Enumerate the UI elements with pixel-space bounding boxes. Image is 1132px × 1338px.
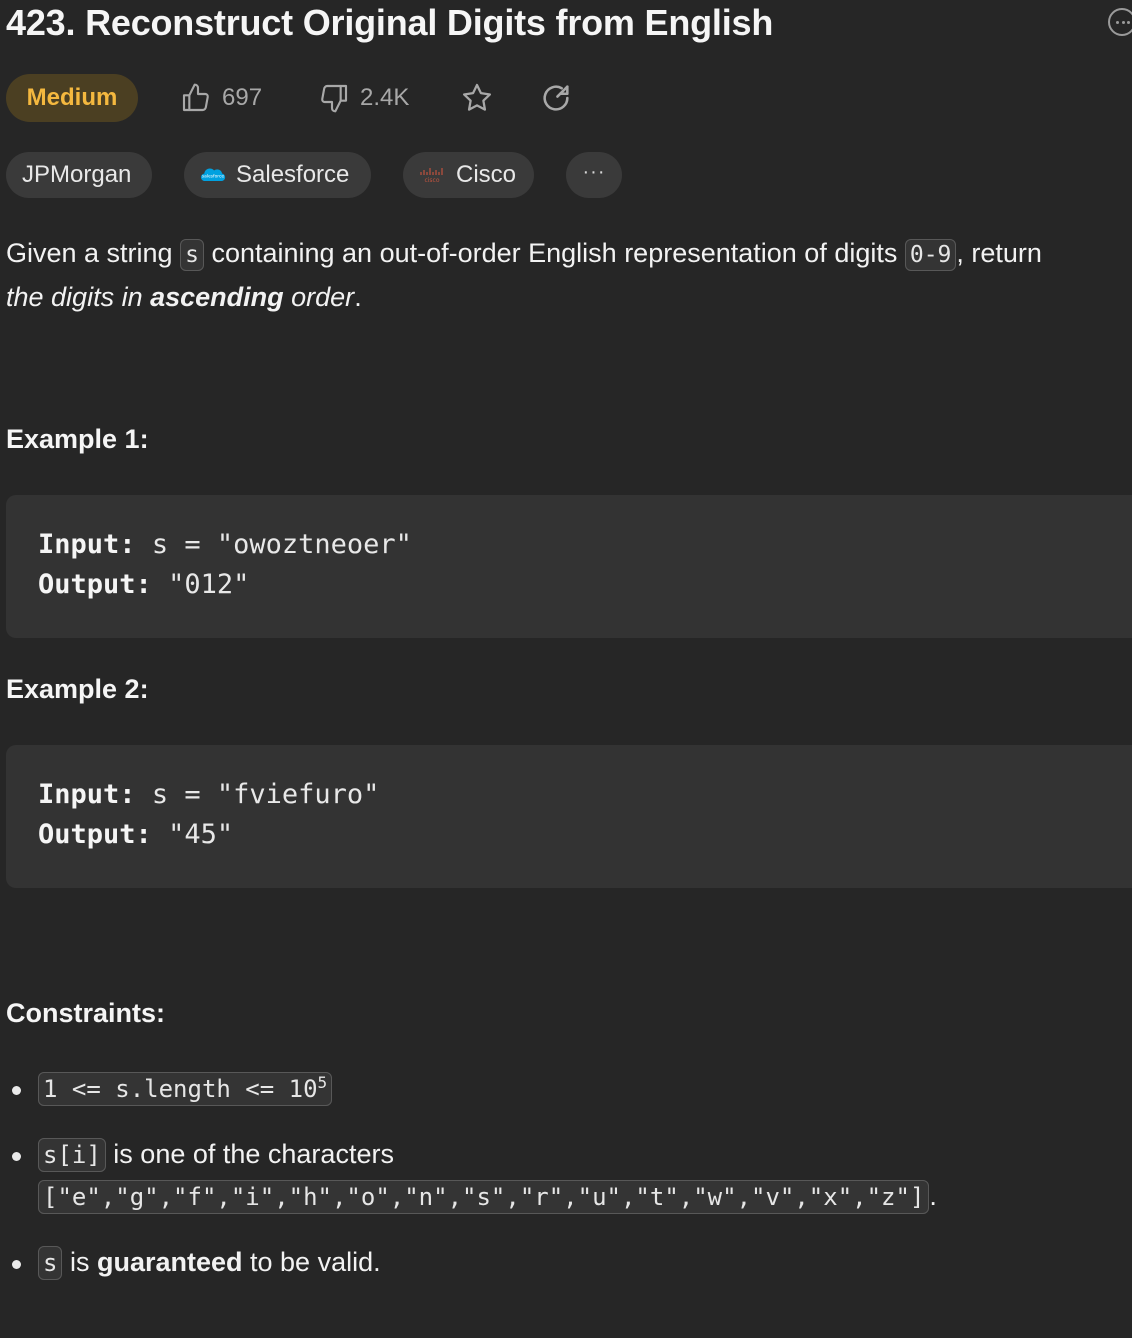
output-label: Output:: [38, 569, 152, 600]
constraint-exponent: 5: [317, 1073, 328, 1092]
inline-code: 0-9: [904, 239, 957, 271]
salesforce-logo-text: salesforce: [202, 174, 225, 180]
company-tag-cisco[interactable]: cisco Cisco: [403, 152, 534, 198]
company-tag-jpmorgan[interactable]: JPMorgan: [6, 152, 152, 198]
example-input: s = "fviefuro": [151, 779, 380, 810]
inline-code: 1 <= s.length <= 105: [38, 1072, 333, 1106]
bullet-icon: [12, 1260, 21, 1269]
desc-text: , return: [956, 238, 1042, 268]
inline-code: s[i]: [38, 1138, 106, 1172]
dislike-button[interactable]: 2.4K: [318, 74, 409, 122]
more-tags-button[interactable]: ···: [566, 152, 622, 198]
cisco-logo-icon: cisco: [420, 168, 443, 184]
constraints-heading: Constraints:: [6, 998, 166, 1028]
share-icon: [543, 85, 569, 111]
example-output: "012": [168, 569, 250, 600]
inline-code: s: [38, 1246, 63, 1280]
constraint-bold: guaranteed: [96, 1247, 243, 1277]
more-tags-icon: ···: [582, 160, 606, 183]
example-block: Input: s = "owoztneoer" Output: "012": [6, 495, 1132, 638]
constraint-text: to be valid.: [242, 1247, 381, 1277]
input-label: Input:: [38, 529, 136, 560]
constraint-period: .: [929, 1181, 937, 1211]
constraint-text: is one of the characters: [105, 1139, 394, 1169]
company-tag-label: Cisco: [456, 161, 517, 188]
difficulty-badge: Medium: [6, 74, 138, 122]
thumbs-down-icon: [321, 84, 348, 113]
example-block: Input: s = "fviefuro" Output: "45": [6, 745, 1132, 888]
company-tag-label: JPMorgan: [22, 161, 132, 188]
desc-text: containing an out-of-order English repre…: [203, 238, 905, 268]
example-input: s = "owoztneoer": [151, 529, 412, 560]
inline-code: s: [180, 239, 204, 271]
dislike-count: 2.4K: [360, 84, 410, 111]
constraint-item-continued: ["e","g","f","i","h","o","n","s","r","u"…: [38, 1180, 937, 1214]
salesforce-logo-icon: salesforce: [201, 168, 226, 181]
desc-bold: ascending: [150, 282, 284, 312]
input-label: Input:: [38, 779, 136, 810]
more-options-icon[interactable]: [1108, 8, 1132, 36]
desc-period: .: [354, 282, 362, 312]
constraint-code: 1 <= s.length <= 10: [43, 1075, 318, 1103]
company-tag-salesforce[interactable]: salesforce Salesforce: [184, 152, 371, 198]
share-button[interactable]: [538, 74, 574, 122]
inline-code: ["e","g","f","i","h","o","n","s","r","u"…: [38, 1180, 930, 1214]
desc-text: order: [283, 282, 355, 312]
thumbs-up-icon: [182, 83, 209, 112]
problem-description: Given a string s containing an out-of-or…: [6, 232, 1132, 318]
constraint-item: s[i] is one of the characters: [38, 1138, 394, 1172]
desc-text: Given a string: [6, 238, 181, 268]
constraint-item: s is guaranteed to be valid.: [38, 1246, 381, 1280]
like-button[interactable]: 697: [180, 74, 262, 122]
star-icon: [462, 83, 492, 111]
example-output: "45": [168, 819, 234, 850]
like-count: 697: [222, 84, 263, 111]
favorite-button[interactable]: [459, 74, 495, 122]
constraint-text: is: [62, 1247, 97, 1277]
example-heading: Example 1:: [6, 424, 149, 454]
desc-text: the digits in: [6, 282, 151, 312]
bullet-icon: [12, 1086, 21, 1095]
problem-title: 423. Reconstruct Original Digits from En…: [6, 2, 774, 43]
example-heading: Example 2:: [6, 674, 149, 704]
bullet-icon: [12, 1152, 21, 1161]
cisco-logo-text: cisco: [424, 177, 439, 184]
constraint-item: 1 <= s.length <= 105: [38, 1072, 333, 1106]
company-tag-label: Salesforce: [236, 161, 350, 188]
output-label: Output:: [38, 819, 152, 850]
